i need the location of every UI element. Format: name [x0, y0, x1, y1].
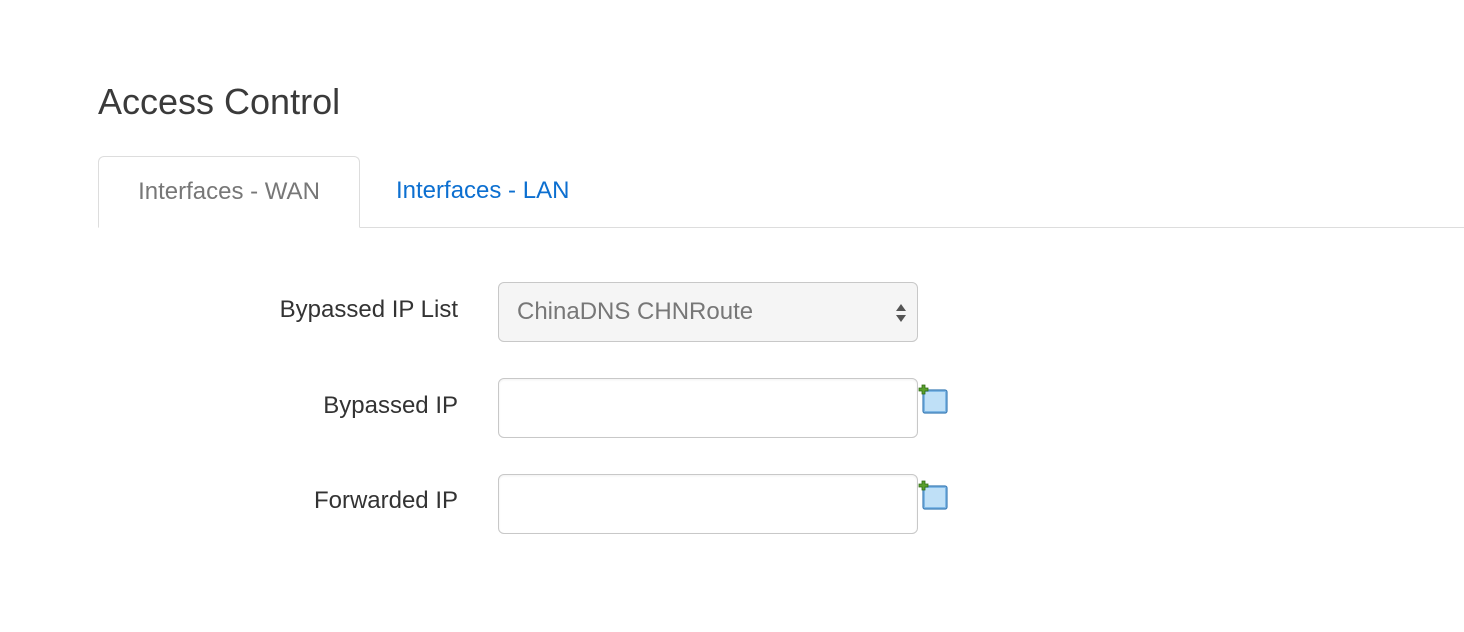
interface-tabs: Interfaces - WAN Interfaces - LAN — [98, 156, 1464, 228]
add-entry-icon — [918, 384, 948, 414]
forwarded-ip-input[interactable] — [498, 474, 918, 534]
tab-interfaces-lan[interactable]: Interfaces - LAN — [396, 156, 569, 228]
tab-interfaces-wan[interactable]: Interfaces - WAN — [98, 156, 360, 228]
bypassed-ip-label: Bypassed IP — [323, 392, 458, 419]
add-entry-icon — [918, 480, 948, 510]
access-control-page: Access Control Interfaces - WAN Interfac… — [0, 0, 1464, 632]
bypassed-ip-list-label: Bypassed IP List — [279, 296, 458, 323]
select-updown-icon — [896, 304, 906, 322]
bypassed-ip-list-select[interactable]: ChinaDNS CHNRoute — [498, 282, 918, 342]
page-title: Access Control — [98, 81, 341, 122]
add-forwarded-ip-button[interactable] — [918, 480, 950, 512]
bypassed-ip-input[interactable] — [498, 378, 918, 438]
bypassed-ip-list-selected-value: ChinaDNS CHNRoute — [517, 298, 754, 325]
forwarded-ip-label: Forwarded IP — [313, 487, 458, 514]
add-bypassed-ip-button[interactable] — [918, 384, 950, 416]
